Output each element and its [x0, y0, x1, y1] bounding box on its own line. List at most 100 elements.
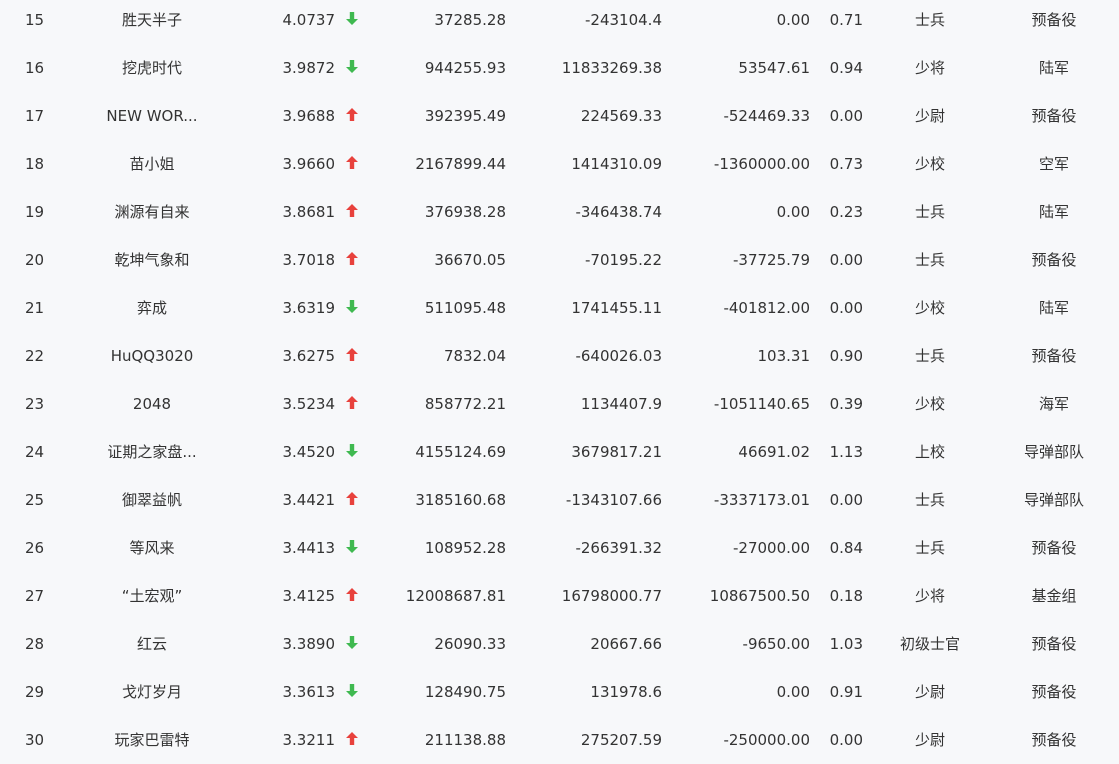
- military-rank-cell: 士兵: [914, 203, 945, 221]
- ranking-table: 15 胜天半子 4.0737 37285.28 -243104.4 0.00 0.71 士兵预…: [0, 0, 1119, 764]
- table-row[interactable]: 23 2048 3.5234 858772.21 1134407.9 -1051140.6…: [0, 380, 1119, 428]
- down-arrow-icon: [343, 0, 361, 44]
- ratio-cell: 0.18: [829, 587, 863, 605]
- value-1-cell: 4155124.69: [415, 443, 506, 461]
- military-rank-cell: 少将: [914, 587, 945, 605]
- rank-cell: 24: [25, 443, 45, 461]
- table-row[interactable]: 17 NEW WOR... 3.9688 392395.49 224569.33 -524…: [0, 92, 1119, 140]
- score-cell: 3.8681: [282, 203, 336, 221]
- value-2-cell: 275207.59: [580, 731, 662, 749]
- ratio-cell: 0.00: [829, 731, 863, 749]
- table-row[interactable]: 24 证期之家盘... 3.4520 4155124.69 3679817.21 4669…: [0, 428, 1119, 476]
- military-rank-cell: 少校: [914, 155, 945, 173]
- ratio-cell: 1.13: [829, 443, 863, 461]
- name-cell[interactable]: NEW WOR...: [82, 92, 222, 140]
- table-row[interactable]: 21 弈成 3.6319 511095.48 1741455.11 -401812.00 0…: [0, 284, 1119, 332]
- name-cell[interactable]: 御翠益帆: [82, 476, 222, 524]
- score-cell: 4.0737: [282, 11, 336, 29]
- score-cell: 3.4125: [282, 587, 336, 605]
- table-row[interactable]: 18 苗小姐 3.9660 2167899.44 1414310.09 -1360000.…: [0, 140, 1119, 188]
- value-1-cell: 511095.48: [424, 299, 506, 317]
- rank-cell: 29: [25, 683, 45, 701]
- military-rank-cell: 士兵: [914, 11, 945, 29]
- name-cell[interactable]: 苗小姐: [82, 140, 222, 188]
- ratio-cell: 1.03: [829, 635, 863, 653]
- score-cell: 3.6275: [282, 347, 336, 365]
- value-1-cell: 392395.49: [424, 107, 506, 125]
- score-cell: 3.9688: [282, 107, 336, 125]
- table-row[interactable]: 30 玩家巴雷特 3.3211 211138.88 275207.59 -250000.0…: [0, 716, 1119, 764]
- table-row[interactable]: 28 红云 3.3890 26090.33 20667.66 -9650.00 1.03 初级…: [0, 620, 1119, 668]
- name-cell[interactable]: 胜天半子: [82, 0, 222, 44]
- up-arrow-icon: [343, 140, 361, 188]
- rank-cell: 22: [25, 347, 45, 365]
- value-3-cell: -250000.00: [723, 731, 810, 749]
- table-row[interactable]: 29 戈灯岁月 3.3613 128490.75 131978.6 0.00 0.91 少尉 预…: [0, 668, 1119, 716]
- table-row[interactable]: 26 等风来 3.4413 108952.28 -266391.32 -27000.00 0…: [0, 524, 1119, 572]
- table-row[interactable]: 15 胜天半子 4.0737 37285.28 -243104.4 0.00 0.71 士兵 预…: [0, 0, 1119, 44]
- name-cell[interactable]: “土宏观”: [82, 572, 222, 620]
- table-row[interactable]: 27 “土宏观” 3.4125 12008687.81 16798000.77 10867…: [0, 572, 1119, 620]
- name-cell[interactable]: 2048: [82, 380, 222, 428]
- military-rank-cell: 士兵: [914, 539, 945, 557]
- score-cell: 3.7018: [282, 251, 336, 269]
- score-cell: 3.3211: [282, 731, 336, 749]
- score-cell: 3.9660: [282, 155, 336, 173]
- rank-cell: 17: [25, 107, 45, 125]
- value-1-cell: 37285.28: [434, 11, 506, 29]
- value-2-cell: -346438.74: [575, 203, 662, 221]
- value-2-cell: 20667.66: [590, 635, 662, 653]
- branch-cell: 预备役: [1031, 107, 1077, 125]
- name-cell[interactable]: 红云: [82, 620, 222, 668]
- branch-cell: 预备役: [1031, 347, 1077, 365]
- name-cell[interactable]: 乾坤气象和: [82, 236, 222, 284]
- up-arrow-icon: [343, 572, 361, 620]
- value-2-cell: -640026.03: [575, 347, 662, 365]
- rank-cell: 25: [25, 491, 45, 509]
- branch-cell: 预备役: [1031, 11, 1077, 29]
- value-1-cell: 211138.88: [424, 731, 506, 749]
- military-rank-cell: 上校: [914, 443, 945, 461]
- table-row[interactable]: 25 御翠益帆 3.4421 3185160.68 -1343107.66 -333717…: [0, 476, 1119, 524]
- military-rank-cell: 士兵: [914, 347, 945, 365]
- ratio-cell: 0.00: [829, 299, 863, 317]
- down-arrow-icon: [343, 284, 361, 332]
- branch-cell: 预备役: [1031, 539, 1077, 557]
- table-row[interactable]: 22 HuQQ3020 3.6275 7832.04 -640026.03 103.31 0…: [0, 332, 1119, 380]
- value-1-cell: 12008687.81: [405, 587, 506, 605]
- branch-cell: 基金组: [1031, 587, 1077, 605]
- down-arrow-icon: [343, 428, 361, 476]
- rank-cell: 18: [25, 155, 45, 173]
- table-row[interactable]: 16 挖虎时代 3.9872 944255.93 11833269.38 53547.61…: [0, 44, 1119, 92]
- name-cell[interactable]: 等风来: [82, 524, 222, 572]
- value-2-cell: 1414310.09: [571, 155, 662, 173]
- score-cell: 3.5234: [282, 395, 336, 413]
- name-cell[interactable]: 挖虎时代: [82, 44, 222, 92]
- ratio-cell: 0.00: [829, 251, 863, 269]
- value-2-cell: 3679817.21: [571, 443, 662, 461]
- table-row[interactable]: 20 乾坤气象和 3.7018 36670.05 -70195.22 -37725.79 0…: [0, 236, 1119, 284]
- score-cell: 3.9872: [282, 59, 336, 77]
- value-1-cell: 26090.33: [434, 635, 506, 653]
- score-cell: 3.4520: [282, 443, 336, 461]
- value-3-cell: 10867500.50: [709, 587, 810, 605]
- value-3-cell: -3337173.01: [713, 491, 810, 509]
- ratio-cell: 0.39: [829, 395, 863, 413]
- name-cell[interactable]: HuQQ3020: [82, 332, 222, 380]
- name-cell[interactable]: 戈灯岁月: [82, 668, 222, 716]
- value-3-cell: -401812.00: [723, 299, 810, 317]
- table-row[interactable]: 19 渊源有自来 3.8681 376938.28 -346438.74 0.00 0.23…: [0, 188, 1119, 236]
- name-cell[interactable]: 渊源有自来: [82, 188, 222, 236]
- up-arrow-icon: [343, 188, 361, 236]
- value-3-cell: -524469.33: [723, 107, 810, 125]
- value-3-cell: -27000.00: [733, 539, 810, 557]
- value-3-cell: -1051140.65: [713, 395, 810, 413]
- name-cell[interactable]: 证期之家盘...: [82, 428, 222, 476]
- name-cell[interactable]: 玩家巴雷特: [82, 716, 222, 764]
- down-arrow-icon: [343, 44, 361, 92]
- name-cell[interactable]: 弈成: [82, 284, 222, 332]
- score-cell: 3.3890: [282, 635, 336, 653]
- up-arrow-icon: [343, 380, 361, 428]
- value-2-cell: 1134407.9: [580, 395, 662, 413]
- value-2-cell: 11833269.38: [561, 59, 662, 77]
